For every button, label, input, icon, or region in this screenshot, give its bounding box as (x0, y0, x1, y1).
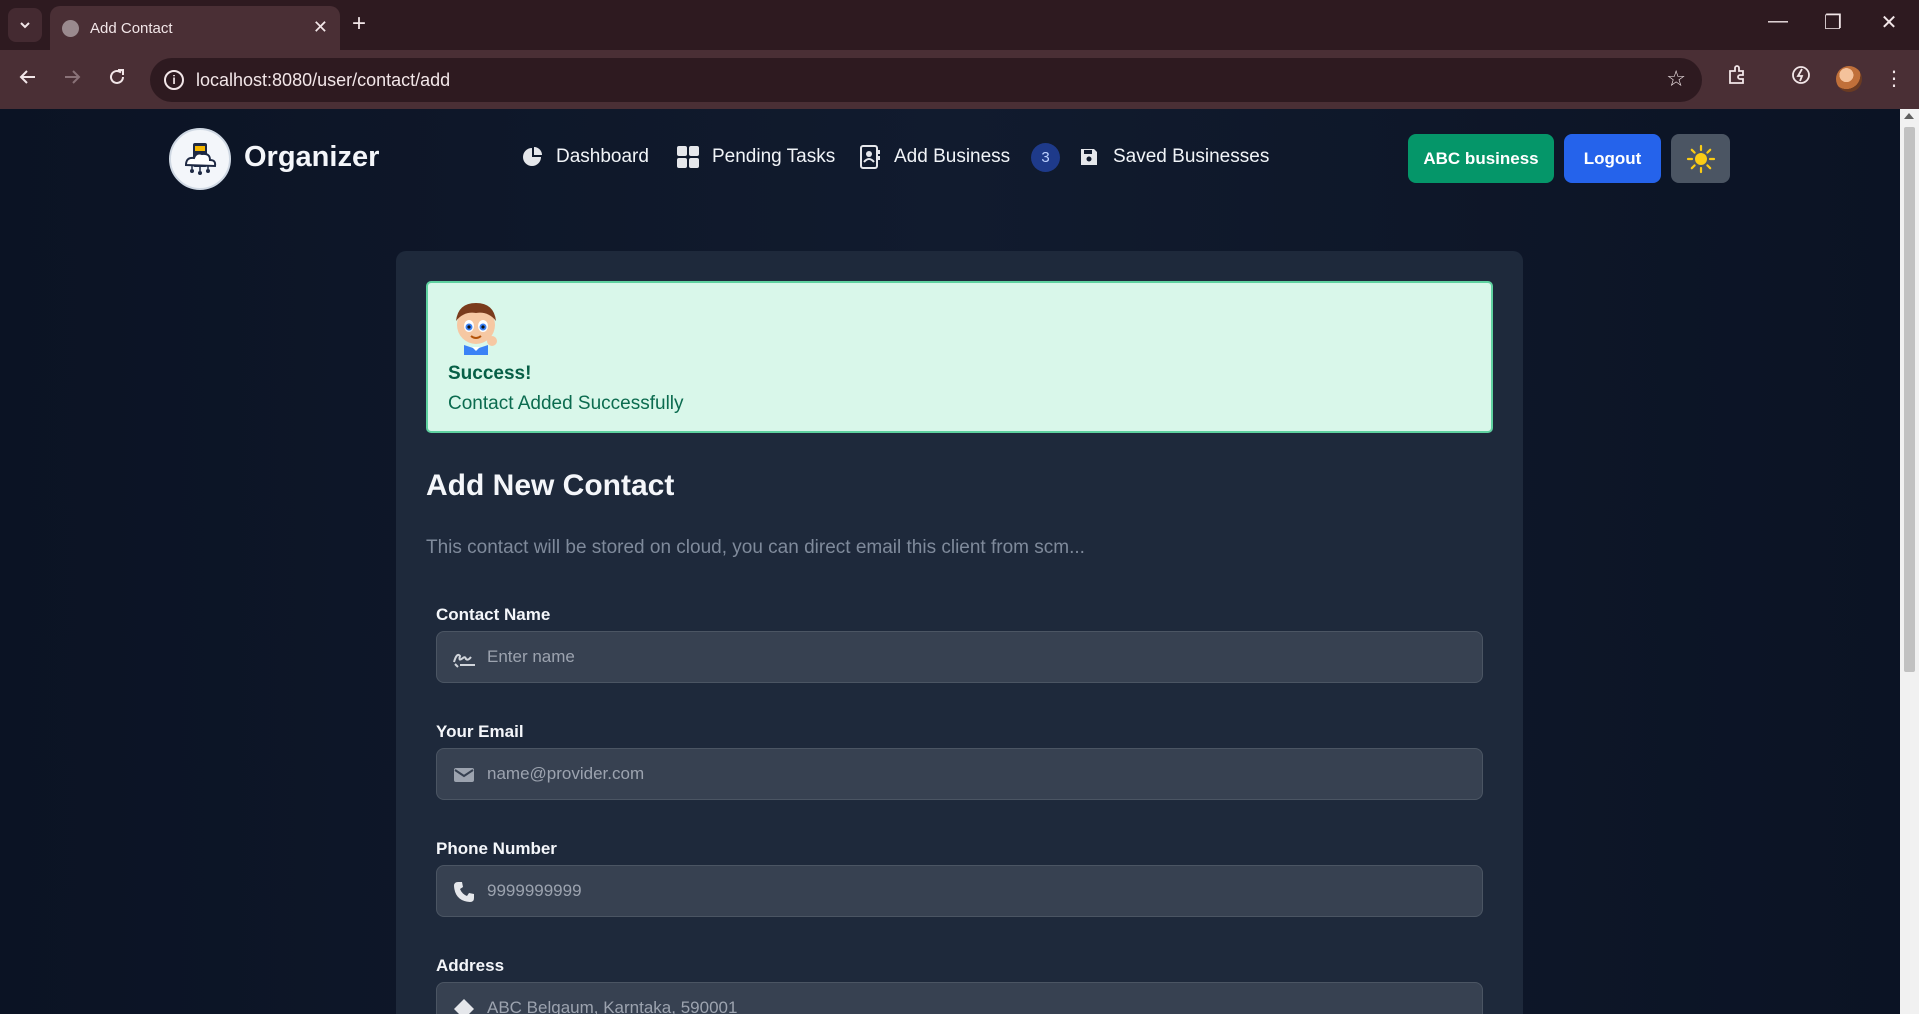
add-contact-card: Success! Contact Added Successfully Add … (396, 251, 1523, 1014)
nav-pending-tasks[interactable]: Pending Tasks (676, 145, 835, 169)
alert-message: Contact Added Successfully (448, 393, 684, 414)
extensions-icon[interactable] (1722, 64, 1752, 94)
page-content: Organizer Dashboard Pending Tasks Add Bu… (0, 109, 1900, 1014)
bookmark-star-icon[interactable]: ☆ (1666, 66, 1686, 92)
chevron-down-icon (20, 22, 30, 29)
contact-name-field[interactable] (436, 631, 1483, 683)
cartoon-avatar-icon (456, 303, 497, 355)
scrollbar-thumb[interactable] (1904, 127, 1915, 672)
nav-pending-tasks-label: Pending Tasks (712, 146, 836, 167)
form-subtitle: This contact will be stored on cloud, yo… (426, 537, 1085, 558)
contact-book-icon (858, 145, 882, 169)
email-label: Your Email (436, 722, 524, 741)
forward-button[interactable] (56, 64, 88, 96)
contact-name-input[interactable] (487, 632, 1467, 682)
reload-button[interactable] (101, 64, 133, 96)
arrow-right-icon (65, 70, 81, 84)
tab-search-button[interactable] (8, 8, 42, 42)
pie-chart-icon (520, 145, 544, 169)
brand-logo[interactable] (169, 128, 231, 190)
browser-menu-icon[interactable]: ⋮ (1879, 64, 1909, 94)
form-title: Add New Contact (426, 469, 675, 502)
browser-tab[interactable]: Add Contact ✕ (50, 6, 340, 50)
close-window-button[interactable]: ✕ (1874, 10, 1904, 35)
arrow-left-icon (19, 70, 35, 84)
theme-toggle-button[interactable] (1671, 134, 1730, 183)
cloud-phone-logo-icon (184, 143, 217, 175)
address-bar[interactable]: i localhost:8080/user/contact/add ☆ (150, 58, 1702, 102)
floppy-disk-icon (1077, 145, 1101, 169)
nav-saved-businesses-label: Saved Businesses (1113, 146, 1270, 167)
tab-close-button[interactable]: ✕ (313, 17, 328, 38)
nav-add-business-label: Add Business (894, 146, 1011, 167)
alert-title: Success! (448, 363, 532, 384)
notification-badge: 3 (1031, 143, 1060, 172)
browser-tab-bar: Add Contact ✕ + — ❐ ✕ (0, 0, 1919, 50)
brand-name[interactable]: Organizer (244, 141, 379, 174)
phone-icon (452, 880, 476, 904)
nav-dashboard[interactable]: Dashboard (520, 145, 649, 169)
restore-button[interactable]: ❐ (1818, 10, 1848, 35)
browser-toolbar: i localhost:8080/user/contact/add ☆ ⋮ (0, 50, 1919, 109)
address-input[interactable] (487, 983, 1467, 1014)
success-alert: Success! Contact Added Successfully (426, 281, 1493, 433)
tab-title: Add Contact (90, 20, 173, 37)
phone-field[interactable] (436, 865, 1483, 917)
page-scrollbar[interactable] (1900, 109, 1919, 1014)
grid-icon (676, 145, 700, 169)
business-button[interactable]: ABC business (1408, 134, 1554, 183)
url-text[interactable]: localhost:8080/user/contact/add (196, 70, 450, 91)
location-icon (452, 997, 476, 1014)
logout-button[interactable]: Logout (1564, 134, 1661, 183)
scroll-up-arrow-icon[interactable] (1904, 113, 1914, 119)
new-tab-button[interactable]: + (352, 10, 366, 38)
phone-input[interactable] (487, 866, 1467, 916)
address-label: Address (436, 956, 505, 975)
email-field[interactable] (436, 748, 1483, 800)
signature-icon (452, 646, 476, 670)
app-navbar: Organizer Dashboard Pending Tasks Add Bu… (0, 109, 1900, 209)
nav-saved-businesses[interactable]: Saved Businesses (1077, 145, 1269, 169)
nav-add-business[interactable]: Add Business (858, 145, 1010, 169)
globe-icon (62, 20, 79, 37)
profile-avatar[interactable] (1836, 66, 1862, 92)
envelope-icon (452, 763, 476, 787)
sun-icon (1686, 144, 1715, 173)
address-field[interactable] (436, 982, 1483, 1014)
back-button[interactable] (12, 64, 44, 96)
site-info-icon[interactable]: i (164, 70, 184, 90)
minimize-button[interactable]: — (1763, 10, 1793, 33)
phone-label: Phone Number (436, 839, 557, 858)
performance-icon[interactable] (1786, 64, 1816, 94)
nav-dashboard-label: Dashboard (556, 146, 649, 167)
email-input[interactable] (487, 749, 1467, 799)
reload-icon (110, 69, 124, 84)
contact-name-label: Contact Name (436, 605, 551, 624)
